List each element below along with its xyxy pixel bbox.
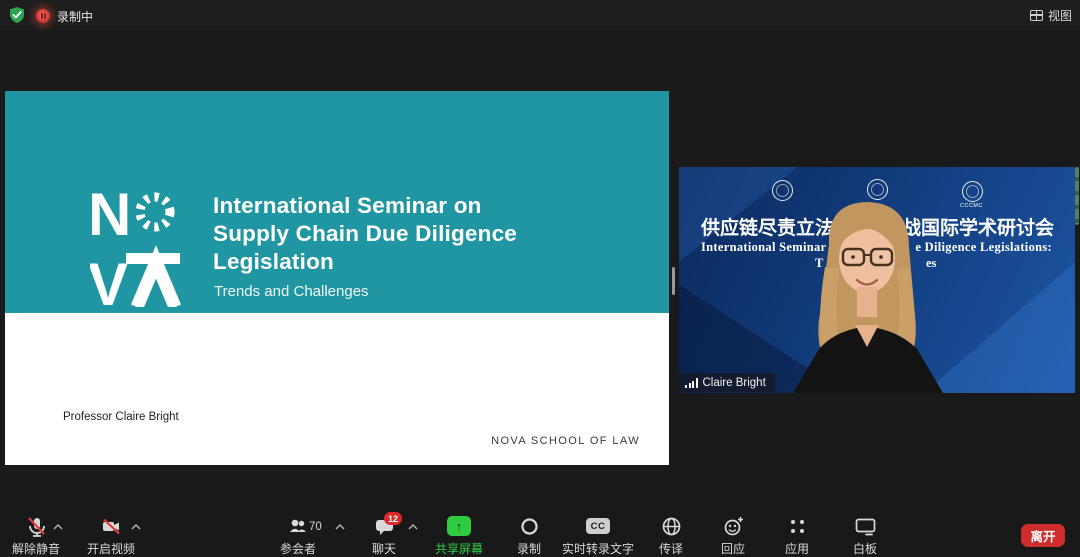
speaker-portrait — [767, 197, 967, 393]
slide-presenter: Professor Claire Bright — [63, 411, 179, 423]
mic-options-chevron-icon[interactable] — [53, 524, 63, 530]
whiteboard-button[interactable]: 白板 — [823, 514, 907, 557]
whiteboard-label: 白板 — [823, 540, 907, 557]
nova-logo-letter-n: N — [90, 187, 131, 248]
slide-subtitle: Trends and Challenges — [214, 283, 369, 300]
gallery-scrollbar[interactable] — [1075, 167, 1079, 225]
participants-label: 参会者 — [256, 540, 340, 557]
grid-view-icon — [1030, 10, 1043, 21]
live-transcript-button[interactable]: CC 实时转录文字 — [556, 514, 640, 557]
slide-title: International Seminar on Supply Chain Du… — [213, 192, 517, 276]
live-transcript-label: 实时转录文字 — [556, 540, 640, 557]
unmute-button[interactable]: 解除静音 — [0, 514, 78, 557]
zoom-meeting-window: 录制中 视图 N V International Seminar on Supp… — [0, 0, 1080, 557]
nova-logo-starburst-icon — [140, 197, 170, 227]
nova-logo: N V — [90, 187, 182, 307]
start-video-label: 开启视频 — [69, 540, 153, 557]
participant-name-tag: Claire Bright — [679, 373, 775, 392]
recording-dot-icon — [36, 9, 50, 23]
chat-unread-badge: 12 — [384, 512, 402, 525]
slide-footer: NOVA SCHOOL OF LAW — [491, 435, 640, 447]
participant-name: Claire Bright — [703, 377, 766, 389]
start-video-button[interactable]: 开启视频 — [69, 514, 153, 557]
video-options-chevron-icon[interactable] — [131, 524, 141, 530]
nova-logo-letter-a-legs — [137, 262, 175, 307]
record-icon — [518, 515, 541, 538]
cc-icon: CC — [586, 518, 610, 534]
mic-muted-icon — [25, 515, 48, 538]
connection-signal-icon — [685, 378, 698, 388]
view-label: 视图 — [1048, 7, 1072, 24]
meeting-toolbar: 解除静音 开启视频 参会者 70 — [0, 505, 1080, 557]
shared-screen-slide: N V International Seminar on Supply Chai… — [5, 91, 669, 465]
whiteboard-icon — [854, 515, 877, 538]
meeting-top-bar: 录制中 视图 — [0, 0, 1080, 30]
nova-logo-letter-v: V — [90, 251, 128, 307]
share-screen-icon: ↑ — [447, 516, 471, 536]
reaction-icon — [722, 515, 745, 538]
recording-label: 录制中 — [57, 8, 93, 25]
globe-icon — [660, 515, 683, 538]
camera-muted-icon — [100, 515, 123, 538]
participants-button[interactable]: 参会者 — [256, 514, 340, 557]
view-button[interactable]: 视图 — [1030, 6, 1072, 24]
speaker-video-tile[interactable]: CCCMC 供应链尽责立法的 战国际学术研讨会 International Se… — [679, 167, 1075, 393]
participants-count: 70 — [309, 521, 322, 533]
apps-icon — [786, 515, 809, 538]
participants-icon — [287, 515, 310, 538]
slide-title-line1: International Seminar on — [213, 192, 517, 220]
slide-scrollbar[interactable] — [672, 267, 675, 295]
security-shield-icon[interactable] — [8, 6, 26, 24]
chat-label: 聊天 — [342, 540, 426, 557]
unmute-label: 解除静音 — [0, 540, 78, 557]
slide-title-line2: Supply Chain Due Diligence — [213, 220, 517, 248]
slide-title-line3: Legislation — [213, 248, 517, 276]
leave-meeting-button[interactable]: 离开 — [1021, 524, 1065, 547]
